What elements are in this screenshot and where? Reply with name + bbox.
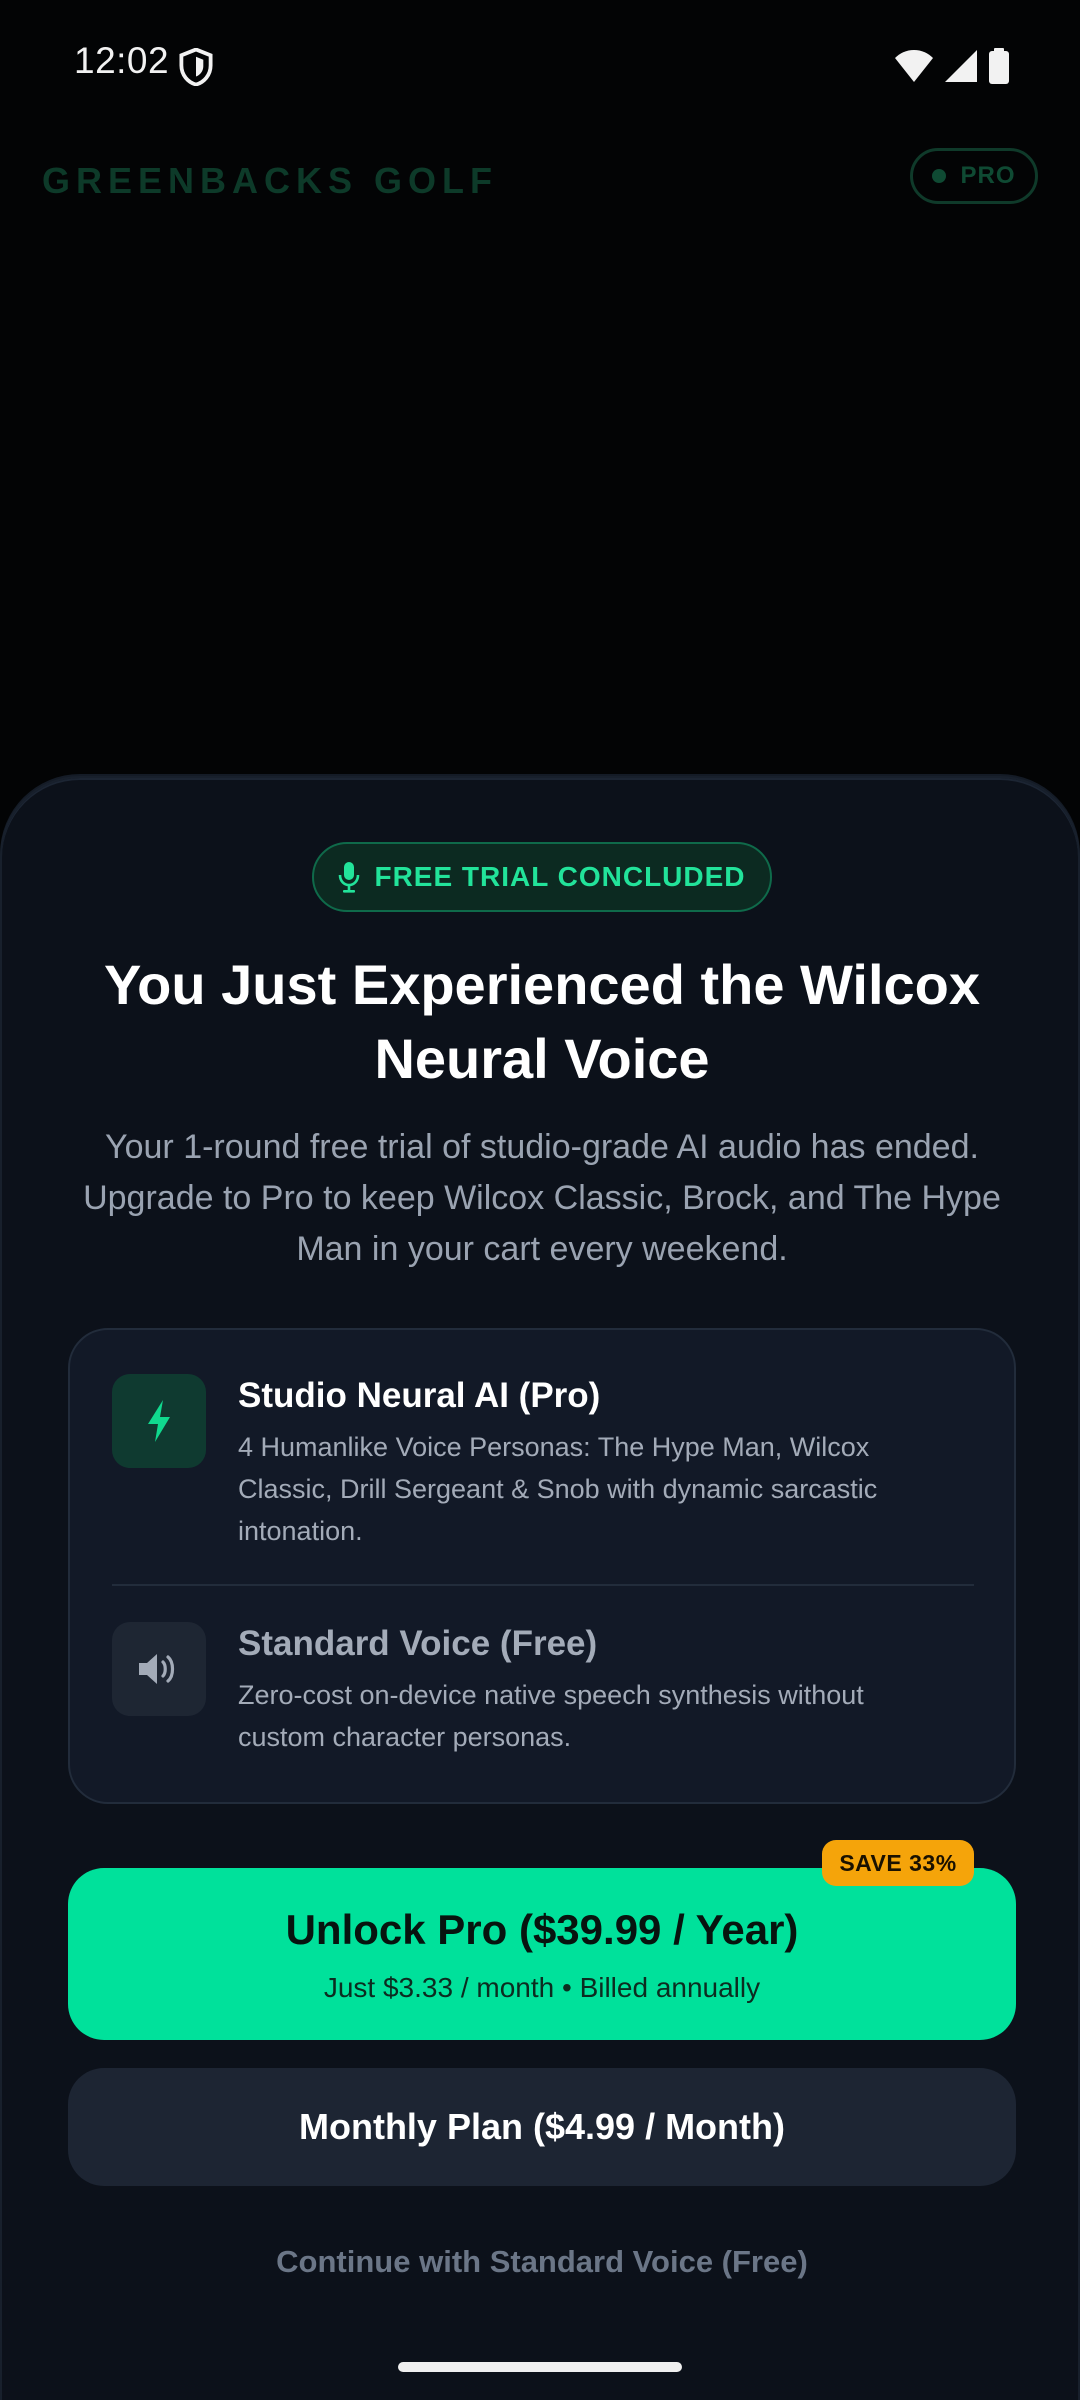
app-header: GREENBACKS GOLF PRO — [0, 130, 1080, 230]
status-dot-icon — [932, 169, 947, 183]
paywall-headline: You Just Experienced the Wilcox Neural V… — [103, 953, 980, 1090]
status-time: 12:02 — [74, 40, 170, 81]
status-icons — [894, 48, 1010, 84]
home-indicator[interactable] — [398, 2362, 682, 2372]
signal-icon — [945, 50, 977, 82]
unlock-pro-subtitle: Just $3.33 / month • Billed annually — [323, 1972, 761, 2003]
speaker-icon — [139, 1654, 175, 1684]
paywall-description: Your 1-round free trial of studio-grade … — [83, 1128, 1001, 1268]
wifi-icon — [895, 50, 933, 82]
monthly-plan-button[interactable]: Monthly Plan ($4.99 / Month) — [68, 2068, 1016, 2186]
continue-free-link[interactable]: Continue with Standard Voice (Free) — [2, 2244, 1080, 2280]
pro-badge-label: PRO — [960, 162, 1016, 189]
shield-icon — [179, 48, 213, 86]
brand-logo-text: GREENBACKS GOLF — [42, 160, 499, 201]
feature-divider — [112, 1584, 974, 1586]
microphone-icon — [339, 862, 360, 893]
unlock-pro-title: Unlock Pro ($39.99 / Year) — [285, 1906, 799, 1953]
feature-title: Studio Neural AI (Pro) — [238, 1376, 601, 1415]
feature-title: Standard Voice (Free) — [238, 1624, 598, 1663]
status-bar: 12:02 — [0, 0, 1080, 130]
feature-description: Zero-cost on-device native speech synthe… — [238, 1680, 864, 1752]
trial-status-badge: FREE TRIAL CONCLUDED — [312, 842, 772, 912]
feature-icon-container — [112, 1622, 206, 1716]
trial-status-label: FREE TRIAL CONCLUDED — [374, 861, 746, 892]
feature-description: 4 Humanlike Voice Personas: The Hype Man… — [238, 1432, 878, 1546]
battery-icon — [989, 48, 1009, 84]
lightning-icon — [148, 1400, 170, 1442]
feature-comparison-card: Studio Neural AI (Pro) 4 Humanlike Voice… — [68, 1328, 1016, 1804]
unlock-pro-yearly-button[interactable]: Unlock Pro ($39.99 / Year) Just $3.33 / … — [68, 1868, 1016, 2040]
paywall-sheet: FREE TRIAL CONCLUDED You Just Experience… — [0, 776, 1080, 2400]
feature-icon-container — [112, 1374, 206, 1468]
pro-badge[interactable]: PRO — [910, 148, 1038, 204]
save-badge: SAVE 33% — [822, 1840, 974, 1886]
